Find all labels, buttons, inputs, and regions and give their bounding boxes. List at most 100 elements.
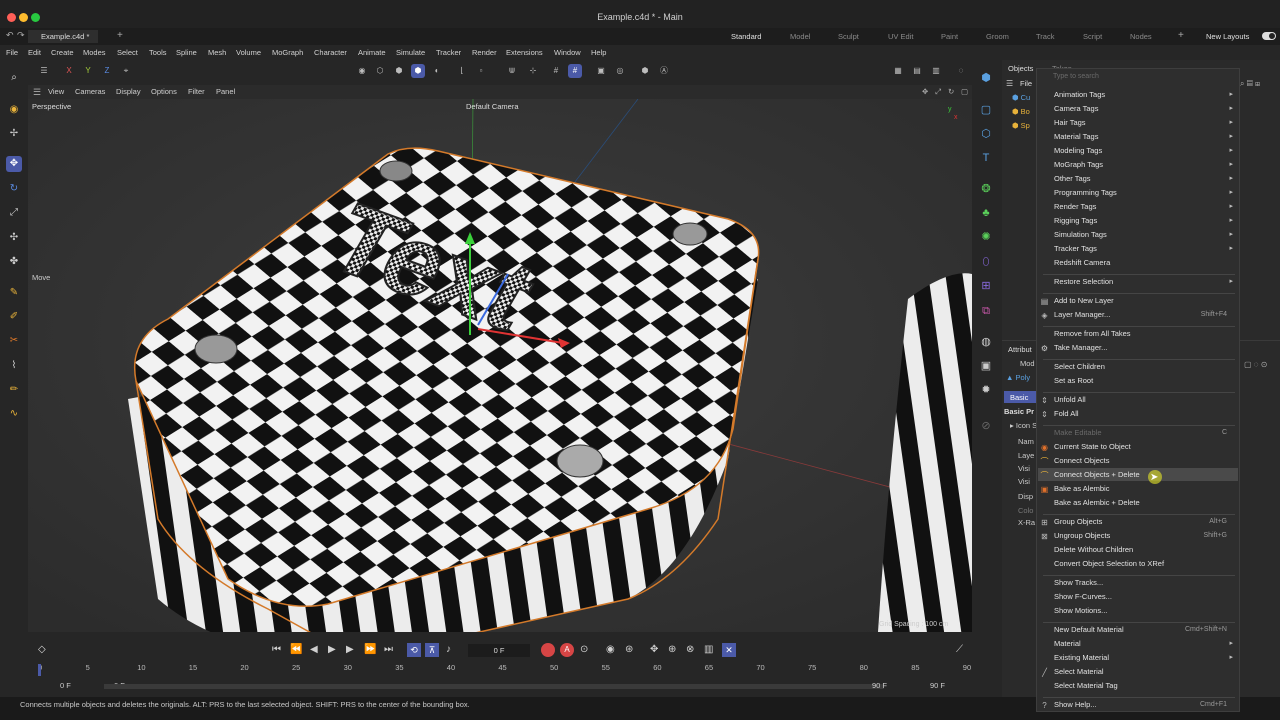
play-icon[interactable]: ▶	[328, 644, 336, 655]
y-axis-lock[interactable]: Y	[81, 64, 95, 78]
loop-icon[interactable]: ⟲	[407, 643, 421, 657]
prev-key-icon[interactable]: ⏪	[290, 644, 302, 655]
menu-tools[interactable]: Tools	[149, 48, 167, 57]
cloner-icon[interactable]: ♣	[978, 205, 994, 221]
key-point-icon[interactable]: ▥	[704, 644, 713, 655]
icon-settings-row[interactable]: ▸ Icon S	[1010, 421, 1037, 430]
menu-item-layer-manager[interactable]: Layer Manager...	[1054, 310, 1110, 319]
vp-menu-panel[interactable]: Panel	[216, 87, 235, 96]
next-frame-icon[interactable]: ▶	[346, 644, 354, 655]
layout-tab-standard[interactable]: Standard	[731, 32, 761, 41]
menu-window[interactable]: Window	[554, 48, 581, 57]
paint-tool-icon[interactable]: ✏	[6, 382, 22, 398]
object-item-cube[interactable]: ⬢ Cu	[1012, 93, 1030, 102]
key-pla-icon[interactable]: ⊗	[686, 644, 694, 655]
workplane-icon[interactable]: ⌊	[455, 64, 469, 78]
menu-item-take-manager[interactable]: Take Manager...	[1054, 343, 1107, 352]
brush-tool-icon[interactable]: ⌇	[6, 358, 22, 374]
magnet-tool-icon[interactable]: ∿	[6, 406, 22, 422]
key-pos-icon[interactable]: ◉	[606, 644, 615, 655]
record-icon[interactable]	[541, 643, 555, 657]
redshift-icon[interactable]: Ⓐ	[657, 64, 671, 78]
range-start-field[interactable]: 0 F	[60, 681, 71, 690]
go-to-start-icon[interactable]: ⏮	[272, 644, 281, 655]
menu-item-simulation-tags[interactable]: Simulation Tags	[1054, 230, 1107, 239]
menu-item-show-motions[interactable]: Show Motions...	[1054, 606, 1107, 615]
key-scale-icon[interactable]: ⊛	[625, 644, 633, 655]
menu-item-show-tracks[interactable]: Show Tracks...	[1054, 578, 1103, 587]
menu-item-remove-from-all-takes[interactable]: Remove from All Takes	[1054, 329, 1131, 338]
render-settings-icon[interactable]: ▥	[929, 64, 943, 78]
layout-tab-paint[interactable]: Paint	[941, 32, 958, 41]
zoom-icon[interactable]: ⤢	[935, 87, 941, 97]
3d-viewport[interactable]: Text y x Perspective Default Camera Move…	[28, 99, 972, 632]
menu-item-show-f-curves[interactable]: Show F-Curves...	[1054, 592, 1112, 601]
menu-item-unfold-all[interactable]: Unfold All	[1054, 395, 1086, 404]
prev-frame-icon[interactable]: ◀	[310, 644, 318, 655]
sketch-tool-icon[interactable]: ✐	[6, 309, 22, 325]
range-slider[interactable]	[104, 684, 884, 689]
menu-item-select-children[interactable]: Select Children	[1054, 362, 1105, 371]
menu-item-select-material[interactable]: Select Material	[1054, 667, 1104, 676]
object-item-box[interactable]: ⬢ Bo	[1012, 107, 1030, 116]
timeline-expand-icon[interactable]: ⟋	[956, 644, 963, 655]
solo-icon[interactable]: ◎	[613, 64, 627, 78]
objects-menu-icon[interactable]: ☰	[1006, 79, 1013, 88]
menu-item-camera-tags[interactable]: Camera Tags	[1054, 104, 1098, 113]
menu-file[interactable]: File	[6, 48, 18, 57]
menu-item-set-as-root[interactable]: Set as Root	[1054, 376, 1093, 385]
layout-tab-model[interactable]: Model	[790, 32, 810, 41]
objects-file-menu[interactable]: File	[1020, 79, 1032, 88]
menu-item-convert-object-selection-to-xref[interactable]: Convert Object Selection to XRef	[1054, 559, 1164, 568]
menu-item-material-tags[interactable]: Material Tags	[1054, 132, 1098, 141]
vp-menu-cameras[interactable]: Cameras	[75, 87, 105, 96]
menu-item-mograph-tags[interactable]: MoGraph Tags	[1054, 160, 1103, 169]
menu-modes[interactable]: Modes	[83, 48, 106, 57]
disabled-tool-icon[interactable]: ⊘	[978, 418, 994, 434]
lock-icon[interactable]: ▣	[594, 64, 608, 78]
layout-tab-groom[interactable]: Groom	[986, 32, 1009, 41]
menu-item-tracker-tags[interactable]: Tracker Tags	[1054, 244, 1097, 253]
soft-selection-icon[interactable]: ✤	[6, 254, 22, 270]
live-selection-icon[interactable]: ◉	[6, 102, 22, 118]
next-key-icon[interactable]: ⏩	[364, 644, 376, 655]
quantize-icon[interactable]: #	[568, 64, 582, 78]
uv-mode-icon[interactable]: ◐	[430, 64, 444, 78]
undo-icon[interactable]: ↶	[6, 30, 14, 41]
text-tool-icon[interactable]: T	[978, 150, 994, 166]
menu-mograph[interactable]: MoGraph	[272, 48, 303, 57]
menu-select[interactable]: Select	[117, 48, 138, 57]
scale-tool-icon[interactable]: ⤢	[6, 205, 22, 221]
sound-icon[interactable]: ♪	[446, 644, 451, 655]
light-icon[interactable]: ✹	[978, 382, 994, 398]
menu-item-connect-objects[interactable]: Connect Objects	[1054, 456, 1109, 465]
cube-icon[interactable]: ⬢	[978, 70, 994, 86]
menu-item-restore-selection[interactable]: Restore Selection	[1054, 277, 1113, 286]
menu-item-fold-all[interactable]: Fold All	[1054, 409, 1079, 418]
menu-item-group-objects[interactable]: Group Objects	[1054, 517, 1102, 526]
layout-tab-nodes[interactable]: Nodes	[1130, 32, 1152, 41]
key-param-icon[interactable]: ⊕	[668, 644, 676, 655]
pan-icon[interactable]: ✥	[922, 87, 928, 96]
deformer-icon[interactable]: ⬯	[978, 254, 994, 270]
move-tool-icon[interactable]: ✥	[6, 156, 22, 172]
effector-icon[interactable]: ✺	[978, 229, 994, 245]
magnet-snap-icon[interactable]: ⋓	[505, 64, 519, 78]
menu-spline[interactable]: Spline	[176, 48, 197, 57]
attr-mode-menu[interactable]: Mod	[1020, 359, 1035, 368]
camera-label[interactable]: Default Camera	[466, 102, 519, 111]
key-rot-icon[interactable]: ✥	[650, 644, 658, 655]
menu-item-hair-tags[interactable]: Hair Tags	[1054, 118, 1086, 127]
menu-item-current-state-to-object[interactable]: Current State to Object	[1054, 442, 1131, 451]
menu-item-ungroup-objects[interactable]: Ungroup Objects	[1054, 531, 1110, 540]
object-item-spline[interactable]: ⬢ Sp	[1012, 121, 1030, 130]
attr-row[interactable]: Laye	[1018, 451, 1034, 460]
autokey-icon[interactable]: A	[560, 643, 574, 657]
search-icon[interactable]: ⌕	[6, 70, 22, 86]
doc-tab[interactable]: Example.c4d *	[28, 30, 98, 43]
attr-row[interactable]: Colo	[1018, 506, 1033, 515]
ipr-icon[interactable]: ◌	[954, 64, 968, 78]
preview-range-icon[interactable]: ⊼	[425, 643, 439, 657]
field-icon[interactable]: ⊞	[978, 278, 994, 294]
current-frame-field[interactable]: 0 F	[468, 644, 530, 657]
